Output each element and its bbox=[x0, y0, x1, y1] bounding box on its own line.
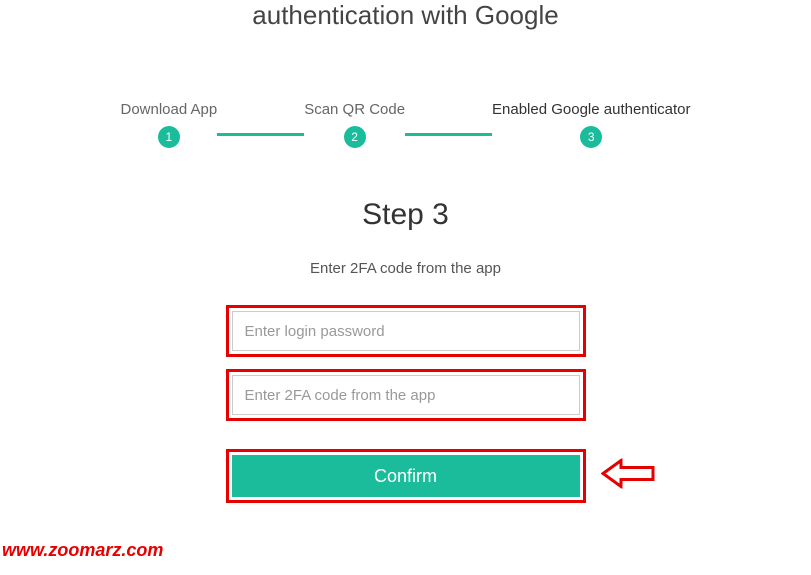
step-3-circle: 3 bbox=[580, 126, 602, 148]
confirm-button-highlight: Confirm bbox=[226, 449, 586, 503]
two-fa-code-input[interactable] bbox=[232, 375, 580, 415]
arrow-left-icon bbox=[601, 459, 655, 494]
step-instruction: Enter 2FA code from the app bbox=[226, 260, 586, 277]
step-1: Download App 1 bbox=[121, 101, 218, 148]
step-heading: Step 3 bbox=[226, 198, 586, 232]
code-input-highlight bbox=[226, 369, 586, 421]
password-input-highlight bbox=[226, 305, 586, 357]
watermark: www.zoomarz.com bbox=[2, 540, 163, 561]
page-title: authentication with Google bbox=[0, 0, 811, 31]
progress-stepper: Download App 1 Scan QR Code 2 Enabled Go… bbox=[121, 101, 691, 148]
step-2: Scan QR Code 2 bbox=[304, 101, 405, 148]
step-3: Enabled Google authenticator 3 bbox=[492, 101, 690, 148]
step-1-label: Download App bbox=[121, 101, 218, 118]
step-2-circle: 2 bbox=[344, 126, 366, 148]
main-content: Step 3 Enter 2FA code from the app Confi… bbox=[226, 198, 586, 503]
step-2-label: Scan QR Code bbox=[304, 101, 405, 118]
login-password-input[interactable] bbox=[232, 311, 580, 351]
stepper-line-2 bbox=[405, 133, 492, 136]
step-1-circle: 1 bbox=[158, 126, 180, 148]
confirm-button[interactable]: Confirm bbox=[232, 455, 580, 497]
step-3-label: Enabled Google authenticator bbox=[492, 101, 690, 118]
stepper-line-1 bbox=[217, 133, 304, 136]
